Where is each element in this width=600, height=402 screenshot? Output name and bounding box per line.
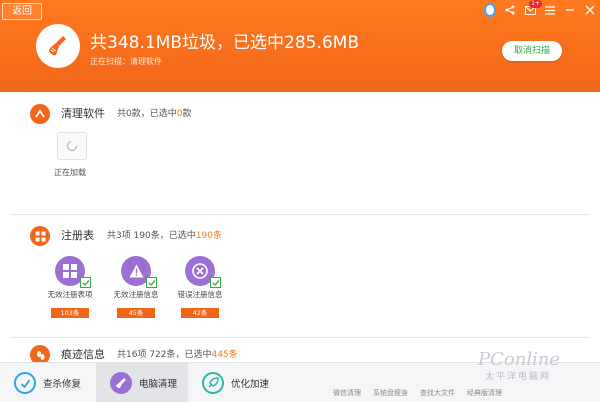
tool-links: 微信清理 系统盘瘦身 查找大文件 经典版清理 — [333, 388, 502, 398]
registry-title: 注册表 — [61, 229, 94, 242]
tab-pc-cleanup[interactable]: 电脑清理 — [96, 363, 188, 402]
software-title: 清理软件 — [61, 107, 105, 120]
tool-link-system-slim[interactable]: 系统盘瘦身 — [373, 388, 408, 398]
scan-summary-title: 共348.1MB垃圾，已选中285.6MB — [90, 33, 359, 53]
section-divider — [10, 337, 590, 338]
checkbox-checked-icon[interactable] — [80, 277, 91, 288]
software-icon — [30, 104, 50, 124]
menu-icon[interactable] — [544, 4, 556, 16]
mail-count-badge: 1+ — [529, 0, 542, 8]
tool-link-classic-clean[interactable]: 经典版清理 — [467, 388, 502, 398]
cancel-scan-button[interactable]: 取消扫描 — [502, 41, 562, 61]
tab-scan-repair[interactable]: 查杀修复 — [0, 363, 96, 402]
scan-results-panel: 清理软件 共0款，已选中0款 正在加载 注册表 共3项 190条，已选中190条… — [0, 92, 600, 362]
shield-icon — [14, 372, 36, 394]
registry-icon — [30, 226, 50, 246]
traces-stat: 共16项 722条，已选中445条 — [117, 350, 238, 360]
error-x-icon — [185, 256, 221, 288]
header-bar: 返回 1+ 共348.1MB垃圾，已选中285.6MB 正在扫描：清理软件 取消… — [0, 0, 600, 92]
software-section: 清理软件 共0款，已选中0款 正在加载 — [0, 92, 590, 212]
registry-item-label: 无效注册信息 — [113, 290, 159, 299]
scan-status-text: 正在扫描：清理软件 — [90, 57, 162, 66]
checkbox-checked-icon[interactable] — [146, 277, 157, 288]
software-stat: 共0款，已选中0款 — [117, 109, 192, 119]
window-controls: 1+ — [484, 0, 596, 17]
share-icon[interactable] — [504, 4, 516, 16]
registry-item-label: 错误注册信息 — [177, 290, 223, 299]
grid-icon — [55, 256, 91, 288]
mail-icon[interactable]: 1+ — [524, 0, 542, 16]
back-button[interactable]: 返回 — [2, 3, 42, 20]
registry-item-invalid-keys[interactable]: 无效注册表项 103条 — [45, 256, 95, 319]
registry-stat: 共3项 190条，已选中190条 — [107, 231, 222, 241]
loading-spinner-icon — [57, 132, 87, 160]
footprint-icon — [30, 345, 50, 362]
tab-label: 电脑清理 — [139, 379, 178, 390]
traces-title: 痕迹信息 — [61, 348, 105, 361]
user-avatar-icon[interactable] — [484, 3, 496, 17]
registry-item-label: 无效注册表项 — [47, 290, 93, 299]
tool-link-wechat-clean[interactable]: 微信清理 — [333, 388, 361, 398]
registry-item-invalid-info[interactable]: 无效注册信息 45条 — [111, 256, 161, 319]
watermark-subtitle: 太平洋电脑网 — [485, 372, 552, 382]
tool-link-find-large-files[interactable]: 查找大文件 — [420, 388, 455, 398]
tab-label: 查杀修复 — [43, 379, 82, 390]
close-icon[interactable] — [584, 4, 596, 16]
loading-label: 正在加载 — [54, 168, 86, 177]
watermark-logo: PConline — [478, 349, 561, 370]
registry-section: 注册表 共3项 190条，已选中190条 无效注册表项 103条 无效注册信息 … — [0, 214, 590, 342]
rocket-icon — [202, 372, 224, 394]
registry-item-count: 103条 — [51, 308, 89, 318]
warning-icon — [121, 256, 157, 288]
tab-label: 优化加速 — [231, 379, 270, 390]
minimize-icon[interactable] — [564, 4, 576, 16]
registry-item-error-info[interactable]: 错误注册信息 42条 — [175, 256, 225, 319]
broom-icon — [36, 24, 80, 68]
checkbox-checked-icon[interactable] — [210, 277, 221, 288]
tab-optimize-speed[interactable]: 优化加速 — [188, 363, 284, 402]
broom-icon — [110, 372, 132, 394]
registry-item-count: 42条 — [181, 308, 219, 318]
registry-item-count: 45条 — [117, 308, 155, 318]
